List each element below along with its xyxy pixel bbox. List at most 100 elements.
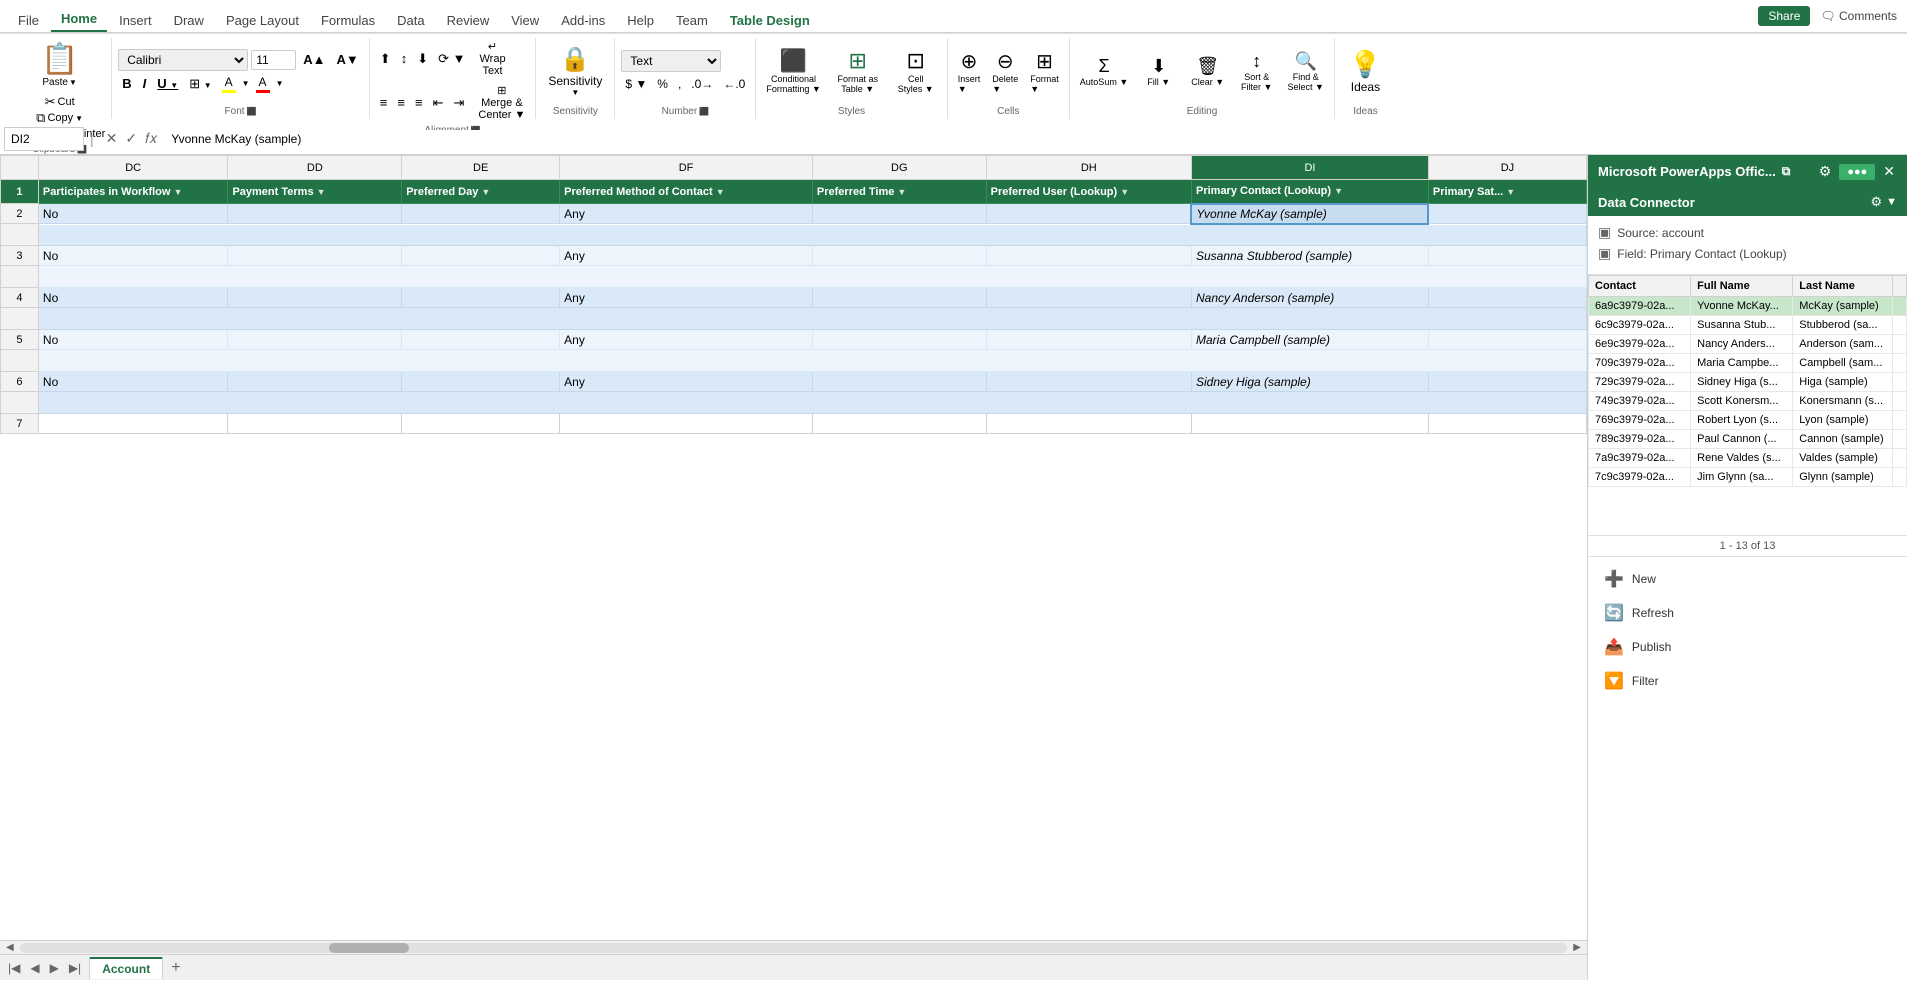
cell-dh3[interactable] xyxy=(986,246,1191,266)
cell-dj7[interactable] xyxy=(1428,414,1586,434)
percent-button[interactable]: % xyxy=(653,75,672,93)
cell-df2[interactable]: Any xyxy=(560,204,813,224)
cell-di7[interactable] xyxy=(1191,414,1428,434)
cell-dg4[interactable] xyxy=(812,288,986,308)
cell-dc4[interactable]: No xyxy=(38,288,228,308)
merge-center-button[interactable]: ⊞Merge &Center ▼ xyxy=(474,82,529,123)
currency-button[interactable]: $ ▼ xyxy=(621,75,651,93)
cell-df4[interactable]: Any xyxy=(560,288,813,308)
cell-dd6[interactable] xyxy=(228,372,402,392)
conditional-formatting-button[interactable]: ⬛ ConditionalFormatting ▼ xyxy=(762,46,824,96)
cell-di1[interactable]: Primary Contact (Lookup) ▼ xyxy=(1191,180,1428,204)
cell-di2[interactable]: Yvonne McKay (sample) xyxy=(1191,204,1428,224)
cell-dd4[interactable] xyxy=(228,288,402,308)
tab-home[interactable]: Home xyxy=(51,7,107,32)
row-num-5[interactable]: 5 xyxy=(1,330,39,350)
fill-color-button[interactable]: A xyxy=(219,74,239,94)
underline-button[interactable]: U ▼ xyxy=(153,74,182,93)
cell-dh2[interactable] xyxy=(986,204,1191,224)
cell-dh6[interactable] xyxy=(986,372,1191,392)
tab-view[interactable]: View xyxy=(501,9,549,32)
cell-dg7[interactable] xyxy=(812,414,986,434)
side-panel-settings-button[interactable]: ⚙ xyxy=(1817,161,1834,182)
row-num-3b[interactable] xyxy=(1,266,39,288)
align-left-button[interactable]: ≡ xyxy=(376,82,392,123)
row-num-6[interactable]: 6 xyxy=(1,372,39,392)
col-header-dd[interactable]: DD xyxy=(228,156,402,180)
side-data-row[interactable]: 6e9c3979-02a... Nancy Anders... Anderson… xyxy=(1589,335,1907,354)
col-header-dc[interactable]: DC xyxy=(38,156,228,180)
formula-input[interactable] xyxy=(167,130,1903,148)
data-connector-settings-button[interactable]: ⚙ xyxy=(1870,194,1882,210)
cell-dc5[interactable]: No xyxy=(38,330,228,350)
col-header-df[interactable]: DF xyxy=(560,156,813,180)
sheet-tab-account[interactable]: Account xyxy=(89,957,163,979)
tab-review[interactable]: Review xyxy=(437,9,500,32)
row-num-4b[interactable] xyxy=(1,308,39,330)
enter-formula-button[interactable]: ✓ xyxy=(123,128,139,149)
cell-de6[interactable] xyxy=(402,372,560,392)
side-action-publish[interactable]: 📤 Publish xyxy=(1598,633,1897,661)
share-button[interactable]: Share xyxy=(1758,6,1810,26)
side-panel-data-scroll[interactable]: Contact Full Name Last Name 6a9c3979-02a… xyxy=(1588,275,1907,535)
borders-button[interactable]: ⊞ ▼ xyxy=(185,74,215,94)
side-data-row[interactable]: 769c3979-02a... Robert Lyon (s... Lyon (… xyxy=(1589,411,1907,430)
row-num-4[interactable]: 4 xyxy=(1,288,39,308)
side-data-row[interactable]: 709c3979-02a... Maria Campbe... Campbell… xyxy=(1589,354,1907,373)
align-center-button[interactable]: ≡ xyxy=(393,82,409,123)
col-header-dj[interactable]: DJ xyxy=(1428,156,1586,180)
tab-insert[interactable]: Insert xyxy=(109,9,162,32)
format-button[interactable]: ⊞ Format▼ xyxy=(1026,47,1063,96)
cell-dd2[interactable] xyxy=(228,204,402,224)
col-header-di[interactable]: DI xyxy=(1191,156,1428,180)
cell-df1[interactable]: Preferred Method of Contact ▼ xyxy=(560,180,813,204)
col-header-dh[interactable]: DH xyxy=(986,156,1191,180)
tab-file[interactable]: File xyxy=(8,9,49,32)
side-data-row[interactable]: 6c9c3979-02a... Susanna Stub... Stubbero… xyxy=(1589,316,1907,335)
scroll-thumb[interactable] xyxy=(20,943,1568,953)
cell-dj5[interactable] xyxy=(1428,330,1586,350)
cell-dc7[interactable] xyxy=(38,414,228,434)
cell-dc6[interactable]: No xyxy=(38,372,228,392)
ideas-button[interactable]: 💡 Ideas xyxy=(1341,45,1389,98)
clear-button[interactable]: 🗑 Clear ▼ xyxy=(1185,54,1230,89)
cell-dh7[interactable] xyxy=(986,414,1191,434)
decrease-decimal-button[interactable]: ←.0 xyxy=(719,75,749,93)
cell-dh1[interactable]: Preferred User (Lookup) ▼ xyxy=(986,180,1191,204)
cell-dg3[interactable] xyxy=(812,246,986,266)
side-action-new[interactable]: ➕ New xyxy=(1598,565,1897,593)
cell-de1[interactable]: Preferred Day ▼ xyxy=(402,180,560,204)
cell-df6[interactable]: Any xyxy=(560,372,813,392)
cell-dc2[interactable]: No xyxy=(38,204,228,224)
cell-dg2[interactable] xyxy=(812,204,986,224)
decrease-font-button[interactable]: A▼ xyxy=(333,50,363,69)
cell-dc3[interactable]: No xyxy=(38,246,228,266)
side-action-refresh[interactable]: 🔄 Refresh xyxy=(1598,599,1897,627)
cell-df3[interactable]: Any xyxy=(560,246,813,266)
tab-draw[interactable]: Draw xyxy=(164,9,214,32)
format-as-table-button[interactable]: ⊞ Format asTable ▼ xyxy=(833,46,883,96)
increase-font-button[interactable]: A▲ xyxy=(299,50,329,69)
side-action-filter[interactable]: 🔽 Filter xyxy=(1598,667,1897,695)
row-num-7[interactable]: 7 xyxy=(1,414,39,434)
font-color-button[interactable]: A xyxy=(253,74,273,94)
cell-de3[interactable] xyxy=(402,246,560,266)
sensitivity-button[interactable]: 🔒 Sensitivity ▼ xyxy=(542,43,608,99)
tab-help[interactable]: Help xyxy=(617,9,664,32)
sort-filter-button[interactable]: ↕ Sort &Filter ▼ xyxy=(1234,49,1279,94)
bold-button[interactable]: B xyxy=(118,74,135,93)
sheet-prev-button[interactable]: ◀ xyxy=(26,959,43,977)
cell-dh5[interactable] xyxy=(986,330,1191,350)
cell-dd3[interactable] xyxy=(228,246,402,266)
cell-df5[interactable]: Any xyxy=(560,330,813,350)
cell-di5[interactable]: Maria Campbell (sample) xyxy=(1191,330,1428,350)
fill-button[interactable]: ⬇ Fill ▼ xyxy=(1136,54,1181,89)
side-data-row[interactable]: 7c9c3979-02a... Jim Glynn (sa... Glynn (… xyxy=(1589,468,1907,487)
cell-dj6[interactable] xyxy=(1428,372,1586,392)
insert-function-button[interactable]: 𝑓𝑥 xyxy=(143,128,159,149)
row-num-3[interactable]: 3 xyxy=(1,246,39,266)
cut-button[interactable]: ✂ Cut xyxy=(45,94,75,110)
cell-dh4[interactable] xyxy=(986,288,1191,308)
tab-data[interactable]: Data xyxy=(387,9,434,32)
row-num-5b[interactable] xyxy=(1,350,39,372)
